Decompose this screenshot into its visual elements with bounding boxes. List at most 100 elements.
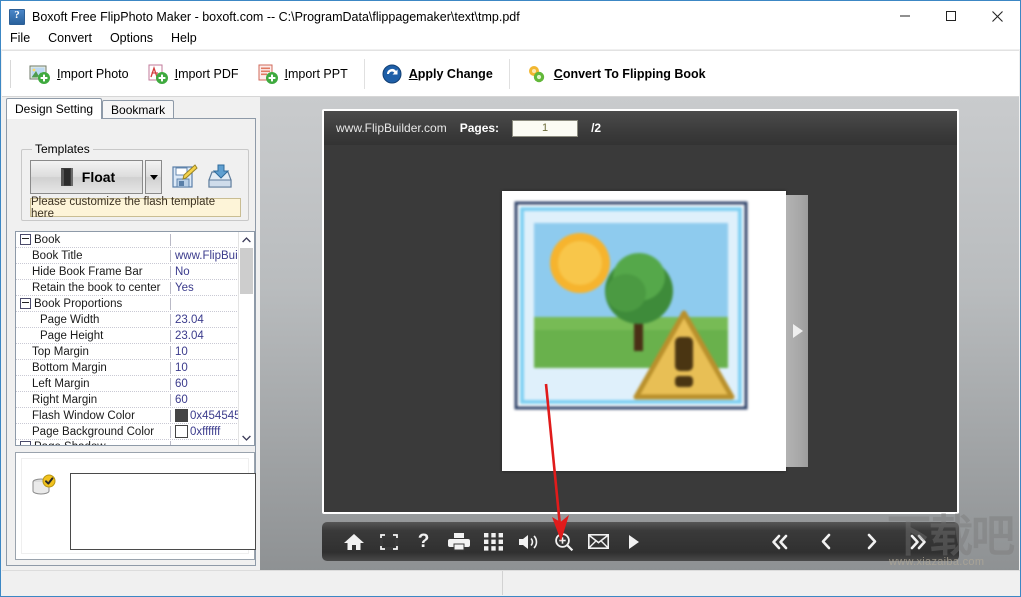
chevron-down-icon[interactable] (145, 160, 162, 194)
thumbnail-inner (21, 458, 256, 554)
table-row[interactable]: Top Margin 10 (16, 344, 239, 360)
menu-convert[interactable]: Convert (39, 29, 101, 47)
table-row[interactable]: Flash Window Color 0x454545 (16, 408, 239, 424)
book-page[interactable] (502, 191, 786, 471)
menu-options[interactable]: Options (101, 29, 162, 47)
property-grid[interactable]: Book Book Title www.FlipBuil... Hide Boo… (15, 231, 255, 446)
property-name: Left Margin (16, 377, 171, 390)
table-row[interactable]: Left Margin 60 (16, 376, 239, 392)
status-cell-right (503, 571, 1020, 595)
collapse-icon[interactable] (20, 234, 31, 245)
status-cell-left (2, 571, 503, 595)
left-panel-tabs: Design Setting Bookmark (6, 98, 175, 119)
property-value[interactable]: 23.04 (171, 330, 239, 342)
property-value[interactable]: 60 (171, 378, 239, 390)
property-name: Top Margin (16, 345, 171, 358)
table-row[interactable]: Book (16, 232, 239, 248)
book-next-page-edge[interactable] (786, 195, 808, 467)
save-template-icon[interactable] (170, 163, 198, 191)
sound-icon[interactable] (511, 525, 546, 559)
templates-legend: Templates (32, 142, 93, 156)
color-swatch (175, 425, 188, 438)
flash-stage: www.FlipBuilder.com Pages: 1 /2 (322, 109, 959, 514)
main-toolbar: Import Photo Import PDF Import PPT Apply… (2, 50, 1019, 97)
import-pdf-button[interactable]: Import PDF (138, 57, 248, 91)
import-pdf-label: Import PDF (174, 66, 239, 81)
zoom-in-icon[interactable] (546, 525, 581, 559)
table-row[interactable]: Page Height 23.04 (16, 328, 239, 344)
previous-page-icon[interactable] (809, 525, 843, 559)
color-swatch (175, 409, 188, 422)
pages-label: Pages: (459, 121, 500, 135)
property-value[interactable]: 0xffffff (171, 425, 239, 438)
chevron-up-icon[interactable] (239, 232, 254, 247)
table-row[interactable]: Page Shadow (16, 440, 239, 445)
table-row[interactable]: Book Title www.FlipBuil... (16, 248, 239, 264)
flash-preview: www.FlipBuilder.com Pages: 1 /2 ? (322, 109, 959, 561)
database-check-icon (30, 473, 58, 501)
table-row[interactable]: Page Background Color 0xffffff (16, 424, 239, 440)
table-row[interactable]: Book Proportions (16, 296, 239, 312)
tab-design-setting[interactable]: Design Setting (6, 98, 103, 119)
import-photo-label: Import Photo (57, 66, 129, 81)
table-row[interactable]: Bottom Margin 10 (16, 360, 239, 376)
property-grid-scrollbar[interactable] (238, 232, 254, 445)
menu-file[interactable]: File (1, 29, 39, 47)
import-pdf-icon (147, 63, 169, 85)
import-photo-button[interactable]: Import Photo (20, 57, 138, 91)
template-select[interactable]: Float (30, 160, 143, 194)
property-value[interactable]: No (171, 266, 239, 278)
preview-area: www.FlipBuilder.com Pages: 1 /2 ? 下载吧 ww… (260, 97, 1019, 572)
collapse-icon[interactable] (20, 441, 31, 445)
print-icon[interactable] (441, 525, 476, 559)
template-controls: Float (30, 160, 234, 194)
total-pages-label: /2 (591, 121, 602, 135)
convert-flipping-book-button[interactable]: Convert To Flipping Book (517, 57, 715, 91)
scrollbar-thumb[interactable] (240, 248, 253, 294)
flash-site-label: www.FlipBuilder.com (336, 121, 447, 135)
table-row[interactable]: Retain the book to center Yes (16, 280, 239, 296)
next-page-icon[interactable] (855, 525, 889, 559)
template-name: Float (81, 169, 116, 185)
tab-bookmark[interactable]: Bookmark (102, 100, 175, 119)
thumbnails-icon[interactable] (476, 525, 511, 559)
application-window: Boxoft Free FlipPhoto Maker - boxoft.com… (0, 0, 1021, 597)
fullscreen-icon[interactable] (371, 525, 406, 559)
table-row[interactable]: Page Width 23.04 (16, 312, 239, 328)
property-value[interactable]: 10 (171, 346, 239, 358)
page-thumbnail[interactable] (70, 473, 256, 550)
property-value[interactable]: 10 (171, 362, 239, 374)
auto-flip-icon[interactable] (616, 525, 651, 559)
property-value[interactable]: 60 (171, 394, 239, 406)
first-page-icon[interactable] (763, 525, 797, 559)
left-panel: Design Setting Bookmark Templates Float … (2, 97, 260, 572)
page-number-input[interactable]: 1 (512, 119, 579, 137)
toolbar-grip (10, 59, 14, 88)
property-name: Book Title (16, 249, 171, 262)
table-row[interactable]: Right Margin 60 (16, 392, 239, 408)
property-name: Page Shadow (16, 440, 171, 445)
help-icon[interactable]: ? (406, 525, 441, 559)
flash-header: www.FlipBuilder.com Pages: 1 /2 (324, 111, 957, 145)
chevron-down-icon[interactable] (239, 430, 254, 445)
import-photo-icon (29, 63, 51, 85)
book-container (502, 191, 808, 471)
table-row[interactable]: Hide Book Frame Bar No (16, 264, 239, 280)
property-name: Bottom Margin (16, 361, 171, 374)
apply-change-button[interactable]: Apply Change (372, 57, 502, 91)
property-name: Hide Book Frame Bar (16, 265, 171, 278)
collapse-icon[interactable] (20, 298, 31, 309)
import-ppt-button[interactable]: Import PPT (248, 57, 357, 91)
design-setting-panel: Templates Float Please customize the fla… (6, 118, 256, 566)
last-page-icon[interactable] (901, 525, 935, 559)
mail-icon[interactable] (581, 525, 616, 559)
pages-thumbnail-pane[interactable] (15, 452, 256, 560)
property-value[interactable]: 0x454545 (171, 409, 239, 422)
menu-help[interactable]: Help (162, 29, 206, 47)
property-value[interactable]: Yes (171, 282, 239, 294)
load-template-icon[interactable] (206, 163, 234, 191)
property-name: Page Height (16, 329, 171, 342)
property-value[interactable]: www.FlipBuil... (171, 250, 239, 262)
home-icon[interactable] (336, 525, 371, 559)
property-value[interactable]: 23.04 (171, 314, 239, 326)
